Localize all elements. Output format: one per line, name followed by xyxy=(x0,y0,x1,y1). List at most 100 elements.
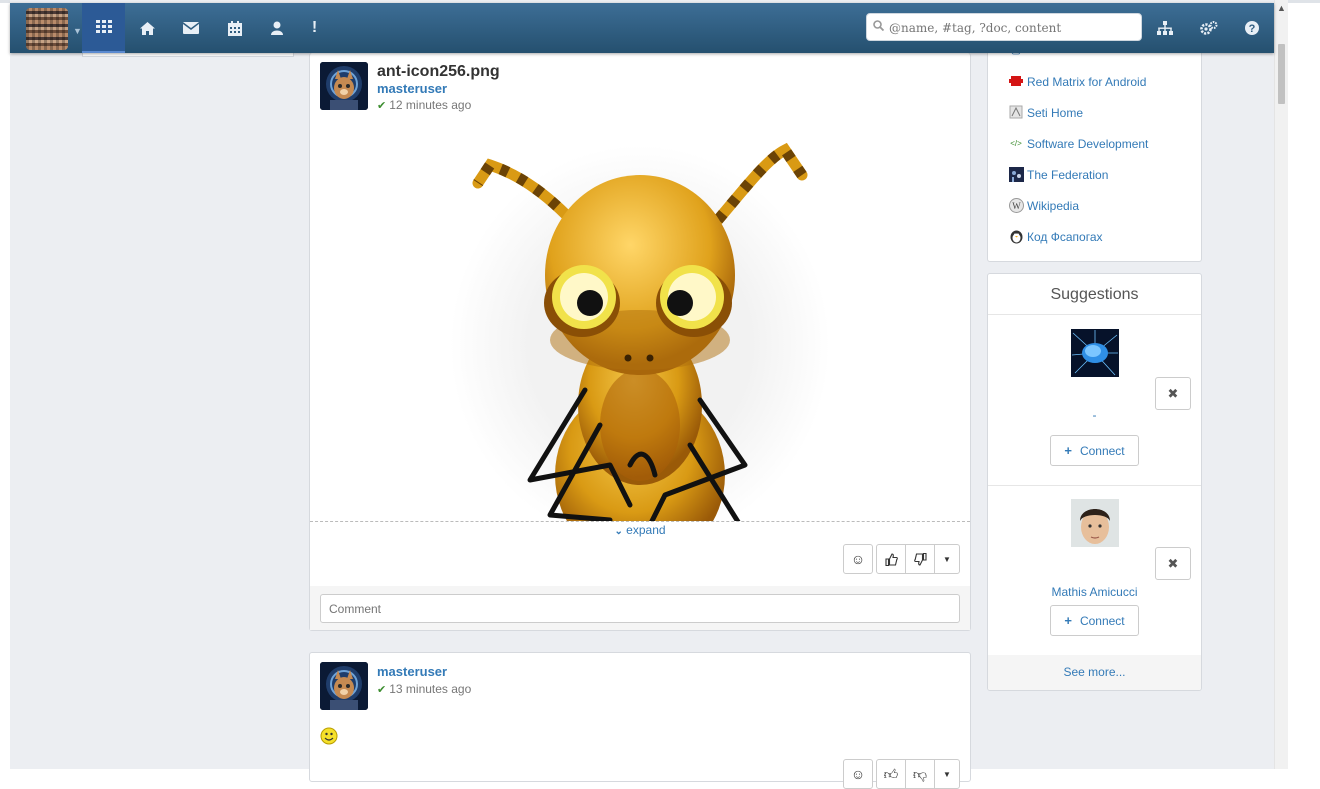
check-icon: ✔ xyxy=(377,684,387,696)
calendar-icon[interactable] xyxy=(213,3,256,53)
post-action-buttons: ☺ ▼ xyxy=(843,544,960,574)
chevron-down-icon: ⌄ xyxy=(614,526,623,537)
group-item-wikipedia[interactable]: W Wikipedia xyxy=(1008,198,1079,214)
group-label: Код Фсапогах xyxy=(1027,230,1103,244)
expand-divider xyxy=(310,521,970,522)
see-more-link[interactable]: See more... xyxy=(988,655,1201,690)
code-icon: </> xyxy=(1010,139,1022,148)
network-grid-icon[interactable] xyxy=(82,3,125,53)
search-box[interactable] xyxy=(866,13,1142,41)
connect-button[interactable]: + Connect xyxy=(1050,605,1139,636)
comment-input[interactable] xyxy=(320,594,960,623)
group-label: Software Development xyxy=(1027,137,1149,151)
author-avatar[interactable] xyxy=(320,662,368,710)
post-title[interactable]: ant-icon256.png xyxy=(377,63,500,81)
dislike-button[interactable] xyxy=(905,544,935,574)
post-action-buttons: ☺ 👍︎ 👎︎ ▼ xyxy=(843,759,960,789)
scroll-up-arrow-icon[interactable]: ▲ xyxy=(1275,2,1288,14)
connect-label: Connect xyxy=(1079,613,1125,628)
post-card: masteruser ✔ 13 minutes ago ☺ 👍︎ 👎︎ ▼ xyxy=(309,652,971,789)
more-actions-dropdown[interactable]: ▼ xyxy=(934,544,960,574)
exclamation-icon[interactable]: ! xyxy=(293,3,336,53)
suggestion-name[interactable]: - xyxy=(988,408,1201,422)
home-icon[interactable] xyxy=(126,3,169,53)
comment-area xyxy=(310,586,970,630)
top-navbar: ▼ ! ? xyxy=(10,3,1274,53)
red-matrix-icon xyxy=(1008,74,1024,90)
dismiss-suggestion-button[interactable]: ✖ xyxy=(1155,547,1191,580)
plus-icon: + xyxy=(1064,613,1072,628)
dismiss-suggestion-button[interactable]: ✖ xyxy=(1155,377,1191,410)
mail-icon[interactable] xyxy=(169,3,212,53)
check-icon: ✔ xyxy=(377,100,387,112)
group-item-partial[interactable]: ▢ xyxy=(1008,53,1027,58)
more-actions-dropdown[interactable]: ▼ xyxy=(934,759,960,789)
scrollbar-thumb[interactable] xyxy=(1278,44,1285,104)
thumbs-down-icon xyxy=(913,552,927,566)
sitemap-icon[interactable] xyxy=(1143,3,1186,53)
smile-icon: ☺ xyxy=(850,551,866,567)
suggestion-name[interactable]: Mathis Amicucci xyxy=(988,585,1201,599)
suggestion-avatar[interactable] xyxy=(1071,499,1119,547)
group-icon: ▢ xyxy=(1008,53,1024,58)
thumbs-up-icon: 👍︎ xyxy=(883,765,899,782)
group-label: Red Matrix for Android xyxy=(1027,75,1147,89)
group-label: Seti Home xyxy=(1027,106,1084,120)
caret-down-icon: ▼ xyxy=(943,769,951,779)
post-author-link[interactable]: masteruser xyxy=(377,81,447,96)
search-icon xyxy=(873,19,885,34)
emoji-reaction-button[interactable]: ☺ xyxy=(843,759,873,789)
penguin-icon xyxy=(1008,229,1024,245)
suggestion-item: ✖ - + Connect xyxy=(988,315,1201,486)
like-button[interactable]: 👍︎ xyxy=(876,759,906,789)
profile-menu[interactable]: ▼ xyxy=(26,8,84,50)
thumbs-up-icon xyxy=(884,552,898,566)
emoji-reaction-button[interactable]: ☺ xyxy=(843,544,873,574)
post-image-ant[interactable] xyxy=(310,125,970,521)
post-timestamp: ✔ 13 minutes ago xyxy=(377,682,471,696)
post-time-text: 12 minutes ago xyxy=(389,98,472,112)
post-timestamp: ✔ 12 minutes ago xyxy=(377,98,471,112)
connect-label: Connect xyxy=(1079,443,1125,458)
svg-text:W: W xyxy=(1012,201,1021,211)
user-icon[interactable] xyxy=(255,3,298,53)
like-button[interactable] xyxy=(876,544,906,574)
connect-button[interactable]: + Connect xyxy=(1050,435,1139,466)
plus-icon: + xyxy=(1064,443,1072,458)
group-item-the-federation[interactable]: The Federation xyxy=(1008,167,1108,183)
group-label: Wikipedia xyxy=(1027,199,1080,213)
suggestions-panel: Suggestions ✖ - + Connect ✖ Mathis Amicu… xyxy=(987,273,1202,691)
caret-down-icon: ▼ xyxy=(943,554,951,564)
federation-icon xyxy=(1008,167,1024,183)
post-time-text: 13 minutes ago xyxy=(389,682,472,696)
post-card: ant-icon256.png masteruser ✔ 12 minutes a… xyxy=(309,53,971,631)
profile-avatar[interactable] xyxy=(26,8,68,50)
wikipedia-icon: W xyxy=(1008,198,1024,214)
suggestion-item: ✖ Mathis Amicucci + Connect xyxy=(988,485,1201,655)
smiley-emoji-icon xyxy=(320,727,338,748)
post-author-link[interactable]: masteruser xyxy=(377,664,447,679)
groups-panel: ▢ Red Matrix for Android Seti Home </> S… xyxy=(987,53,1202,262)
suggestions-title: Suggestions xyxy=(988,274,1201,315)
left-aside-panel xyxy=(82,53,294,57)
search-input[interactable] xyxy=(887,16,1139,40)
thumbs-down-icon: 👎︎ xyxy=(912,765,928,782)
smile-icon: ☺ xyxy=(850,766,866,782)
seti-icon xyxy=(1008,105,1024,121)
group-item-seti-home[interactable]: Seti Home xyxy=(1008,105,1083,121)
group-item-software-development[interactable]: </> Software Development xyxy=(1008,136,1148,152)
apps-cog-icon[interactable] xyxy=(1187,3,1230,53)
suggestion-avatar[interactable] xyxy=(1071,329,1119,377)
expand-label: expand xyxy=(626,523,666,537)
caret-down-icon[interactable]: ▼ xyxy=(73,26,82,36)
group-label: The Federation xyxy=(1027,168,1109,182)
group-item-red-matrix[interactable]: Red Matrix for Android xyxy=(1008,74,1146,90)
expand-link[interactable]: ⌄ expand xyxy=(310,523,970,537)
dislike-button[interactable]: 👎︎ xyxy=(905,759,935,789)
close-icon: ✖ xyxy=(1167,385,1179,401)
group-item-kod-fsapogakh[interactable]: Код Фсапогах xyxy=(1008,229,1103,245)
help-icon[interactable]: ? xyxy=(1230,3,1273,53)
page-scrollbar[interactable]: ▲ xyxy=(1274,0,1288,769)
svg-text:?: ? xyxy=(1248,23,1255,35)
author-avatar[interactable] xyxy=(320,62,368,110)
